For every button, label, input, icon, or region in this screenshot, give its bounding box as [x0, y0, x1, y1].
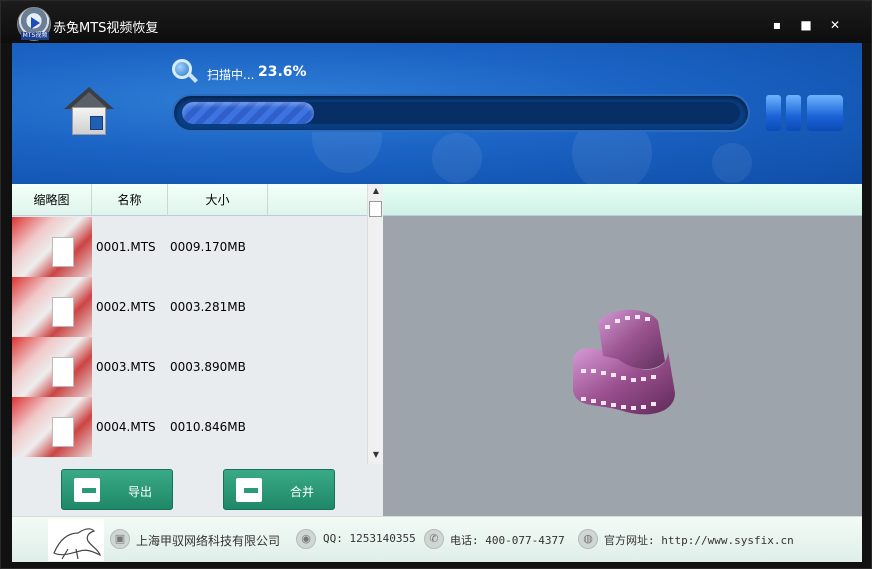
table-row[interactable]: 0002.MTS 0003.281MB: [12, 277, 367, 337]
company-name: 上海甲驭网络科技有限公司: [136, 534, 281, 548]
thumbnail: [12, 217, 92, 277]
column-thumbnail[interactable]: 缩略图: [12, 184, 92, 216]
building-icon: ▣: [110, 529, 130, 549]
film-reel-icon: [573, 309, 675, 415]
export-icon: [74, 478, 100, 502]
file-name: 0004.MTS: [96, 420, 156, 434]
file-list: 0001.MTS 0009.170MB 0002.MTS 0003.281MB …: [12, 217, 367, 457]
qq-number: QQ: 1253140355: [323, 532, 416, 545]
search-icon: [172, 59, 198, 85]
app-logo-icon: MTS视频: [17, 7, 51, 41]
thumbnail: [12, 397, 92, 457]
horse-logo-icon: [48, 519, 104, 561]
minimize-button[interactable]: ▪: [767, 15, 787, 35]
footer-bar: ▣ 上海甲驭网络科技有限公司 ◉ QQ: 1253140355 ✆ 电话: 40…: [12, 516, 862, 562]
file-list-panel: 缩略图 名称 大小 0001.MTS 0009.170MB 0002.MTS 0…: [12, 184, 383, 516]
file-name: 0002.MTS: [96, 300, 156, 314]
scan-percent: 23.6%: [258, 64, 307, 80]
close-button[interactable]: ✕: [825, 15, 845, 35]
list-scrollbar[interactable]: ▲ ▼: [367, 184, 383, 464]
table-row[interactable]: 0001.MTS 0009.170MB: [12, 217, 367, 277]
pause-button[interactable]: [766, 95, 802, 131]
list-header: 缩略图 名称 大小: [12, 184, 367, 216]
scan-header: 扫描中... 23.6%: [12, 43, 862, 184]
file-size: 0010.846MB: [170, 420, 246, 434]
scan-progress-fill: [182, 102, 314, 124]
export-button[interactable]: 导出: [61, 469, 173, 510]
merge-button[interactable]: 合并: [223, 469, 335, 510]
file-size: 0009.170MB: [170, 240, 246, 254]
phone-number: 电话: 400-077-4377: [450, 534, 565, 547]
merge-icon: [236, 478, 262, 502]
phone-icon: ✆: [424, 529, 444, 549]
table-row[interactable]: 0003.MTS 0003.890MB: [12, 337, 367, 397]
action-bar: 导出 合并: [12, 464, 383, 516]
column-name[interactable]: 名称: [92, 184, 168, 216]
preview-header: [383, 184, 862, 216]
thumbnail: [12, 277, 92, 337]
window-title: 赤兔MTS视频恢复: [53, 21, 159, 36]
scroll-thumb[interactable]: [369, 201, 382, 217]
scan-progress-bar: [172, 94, 750, 132]
file-size: 0003.281MB: [170, 300, 246, 314]
table-row[interactable]: 0004.MTS 0010.846MB: [12, 397, 367, 457]
scroll-up-icon[interactable]: ▲: [368, 184, 384, 198]
export-label: 导出: [128, 485, 153, 499]
app-logo-tag: MTS视频: [21, 32, 49, 40]
file-size: 0003.890MB: [170, 360, 246, 374]
app-window: MTS视频 赤兔MTS视频恢复 ▪ ■ ✕ 扫描中... 23.6% 缩略图 名…: [0, 0, 872, 569]
preview-panel: [383, 216, 862, 516]
maximize-button[interactable]: ■: [796, 15, 816, 35]
home-icon[interactable]: [64, 87, 114, 137]
stop-button[interactable]: [807, 95, 843, 131]
scan-status-label: 扫描中...: [207, 68, 255, 82]
merge-label: 合并: [290, 485, 315, 499]
thumbnail: [12, 337, 92, 397]
scroll-down-icon[interactable]: ▼: [368, 448, 384, 462]
file-name: 0001.MTS: [96, 240, 156, 254]
website-link[interactable]: 官方网址: http://www.sysfix.cn: [604, 532, 794, 548]
globe-icon: ◍: [578, 529, 598, 549]
qq-icon: ◉: [296, 529, 316, 549]
file-name: 0003.MTS: [96, 360, 156, 374]
pause-icon: [766, 95, 781, 131]
column-size[interactable]: 大小: [168, 184, 268, 216]
title-bar[interactable]: MTS视频 赤兔MTS视频恢复 ▪ ■ ✕: [1, 1, 871, 43]
